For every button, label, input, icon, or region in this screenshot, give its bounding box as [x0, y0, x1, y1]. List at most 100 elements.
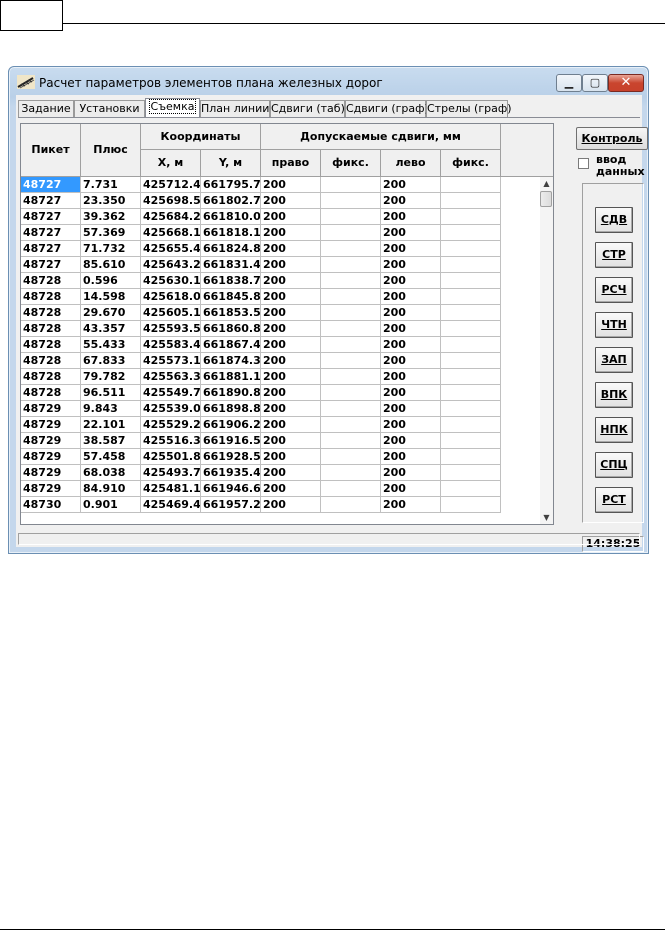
- button-sdv[interactable]: СДВ: [595, 207, 633, 233]
- data-entry-checkbox[interactable]: [578, 158, 589, 169]
- cell-left[interactable]: 200: [381, 321, 441, 337]
- cell-piket[interactable]: 48729: [21, 417, 81, 433]
- cell-plus[interactable]: 57.369: [81, 225, 141, 241]
- cell-left[interactable]: 200: [381, 353, 441, 369]
- tab-line-plan[interactable]: План линии: [200, 100, 270, 117]
- cell-y[interactable]: 661845.80: [201, 289, 261, 305]
- cell-x[interactable]: 425593.56: [141, 321, 201, 337]
- cell-fix-left[interactable]: [441, 321, 501, 337]
- cell-fix-right[interactable]: [321, 193, 381, 209]
- cell-x[interactable]: 425549.70: [141, 385, 201, 401]
- cell-plus[interactable]: 84.910: [81, 481, 141, 497]
- cell-fix-right[interactable]: [321, 209, 381, 225]
- cell-left[interactable]: 200: [381, 385, 441, 401]
- cell-left[interactable]: 200: [381, 209, 441, 225]
- cell-y[interactable]: 661898.84: [201, 401, 261, 417]
- cell-fix-right[interactable]: [321, 433, 381, 449]
- cell-y[interactable]: 661906.29: [201, 417, 261, 433]
- cell-piket[interactable]: 48728: [21, 273, 81, 289]
- cell-right[interactable]: 200: [261, 497, 321, 513]
- cell-piket[interactable]: 48727: [21, 225, 81, 241]
- cell-plus[interactable]: 0.596: [81, 273, 141, 289]
- cell-left[interactable]: 200: [381, 401, 441, 417]
- cell-plus[interactable]: 7.731: [81, 177, 141, 193]
- cell-plus[interactable]: 71.732: [81, 241, 141, 257]
- cell-piket[interactable]: 48728: [21, 353, 81, 369]
- cell-plus[interactable]: 39.362: [81, 209, 141, 225]
- cell-left[interactable]: 200: [381, 305, 441, 321]
- cell-left[interactable]: 200: [381, 449, 441, 465]
- scroll-thumb[interactable]: [540, 191, 552, 207]
- cell-piket[interactable]: 48728: [21, 305, 81, 321]
- button-vpk[interactable]: ВПК: [595, 382, 633, 408]
- cell-x[interactable]: 425668.18: [141, 225, 201, 241]
- header-piket[interactable]: Пикет: [21, 124, 81, 177]
- cell-y[interactable]: 661818.19: [201, 225, 261, 241]
- cell-piket[interactable]: 48729: [21, 481, 81, 497]
- cell-right[interactable]: 200: [261, 241, 321, 257]
- cell-x[interactable]: 425493.78: [141, 465, 201, 481]
- cell-x[interactable]: 425698.50: [141, 193, 201, 209]
- cell-fix-left[interactable]: [441, 289, 501, 305]
- cell-plus[interactable]: 85.610: [81, 257, 141, 273]
- table-row[interactable]: 487280.596425630.17661838.77200200: [21, 273, 541, 289]
- cell-fix-right[interactable]: [321, 321, 381, 337]
- control-button[interactable]: Контроль: [576, 127, 648, 150]
- table-row[interactable]: 4872922.101425529.20661906.29200200: [21, 417, 541, 433]
- cell-right[interactable]: 200: [261, 209, 321, 225]
- header-fix-right[interactable]: фикс.: [321, 150, 381, 177]
- cell-y[interactable]: 661838.77: [201, 273, 261, 289]
- cell-x[interactable]: 425605.15: [141, 305, 201, 321]
- cell-fix-left[interactable]: [441, 225, 501, 241]
- cell-piket[interactable]: 48729: [21, 465, 81, 481]
- close-button[interactable]: ✕: [608, 74, 644, 92]
- cell-piket[interactable]: 48729: [21, 401, 81, 417]
- cell-piket[interactable]: 48728: [21, 289, 81, 305]
- cell-x[interactable]: 425539.01: [141, 401, 201, 417]
- cell-left[interactable]: 200: [381, 465, 441, 481]
- cell-left[interactable]: 200: [381, 257, 441, 273]
- cell-fix-right[interactable]: [321, 369, 381, 385]
- cell-right[interactable]: 200: [261, 321, 321, 337]
- cell-x[interactable]: 425583.43: [141, 337, 201, 353]
- table-row[interactable]: 4872896.511425549.70661890.88200200: [21, 385, 541, 401]
- cell-plus[interactable]: 22.101: [81, 417, 141, 433]
- cell-left[interactable]: 200: [381, 337, 441, 353]
- cell-fix-left[interactable]: [441, 337, 501, 353]
- button-chtn[interactable]: ЧТН: [595, 312, 633, 338]
- cell-fix-right[interactable]: [321, 449, 381, 465]
- cell-piket[interactable]: 48727: [21, 209, 81, 225]
- scroll-up-icon[interactable]: ▲: [540, 177, 553, 190]
- cell-piket[interactable]: 48727: [21, 241, 81, 257]
- cell-y[interactable]: 661831.43: [201, 257, 261, 273]
- tab-shifts-table[interactable]: Сдвиги (таб): [270, 100, 345, 117]
- cell-right[interactable]: 200: [261, 401, 321, 417]
- cell-fix-right[interactable]: [321, 225, 381, 241]
- title-bar[interactable]: Расчет параметров элементов плана железн…: [9, 67, 648, 95]
- cell-x[interactable]: 425481.13: [141, 481, 201, 497]
- cell-piket[interactable]: 48728: [21, 337, 81, 353]
- cell-plus[interactable]: 55.433: [81, 337, 141, 353]
- table-row[interactable]: 4872723.350425698.50661802.77200200: [21, 193, 541, 209]
- cell-left[interactable]: 200: [381, 225, 441, 241]
- table-row[interactable]: 4872785.610425643.23661831.43200200: [21, 257, 541, 273]
- cell-fix-right[interactable]: [321, 481, 381, 497]
- cell-y[interactable]: 661890.88: [201, 385, 261, 401]
- cell-y[interactable]: 661824.85: [201, 241, 261, 257]
- table-row[interactable]: 4872771.732425655.45661824.85200200: [21, 241, 541, 257]
- table-row[interactable]: 4872757.369425668.18661818.19200200: [21, 225, 541, 241]
- cell-piket[interactable]: 48727: [21, 177, 81, 193]
- cell-y[interactable]: 661860.86: [201, 321, 261, 337]
- cell-fix-left[interactable]: [441, 497, 501, 513]
- cell-x[interactable]: 425630.17: [141, 273, 201, 289]
- cell-x[interactable]: 425563.31: [141, 369, 201, 385]
- cell-plus[interactable]: 0.901: [81, 497, 141, 513]
- cell-fix-left[interactable]: [441, 369, 501, 385]
- cell-fix-left[interactable]: [441, 385, 501, 401]
- cell-fix-right[interactable]: [321, 273, 381, 289]
- cell-x[interactable]: 425655.45: [141, 241, 201, 257]
- cell-right[interactable]: 200: [261, 465, 321, 481]
- vertical-scrollbar[interactable]: ▲ ▼: [540, 177, 553, 524]
- cell-right[interactable]: 200: [261, 305, 321, 321]
- header-right[interactable]: право: [261, 150, 321, 177]
